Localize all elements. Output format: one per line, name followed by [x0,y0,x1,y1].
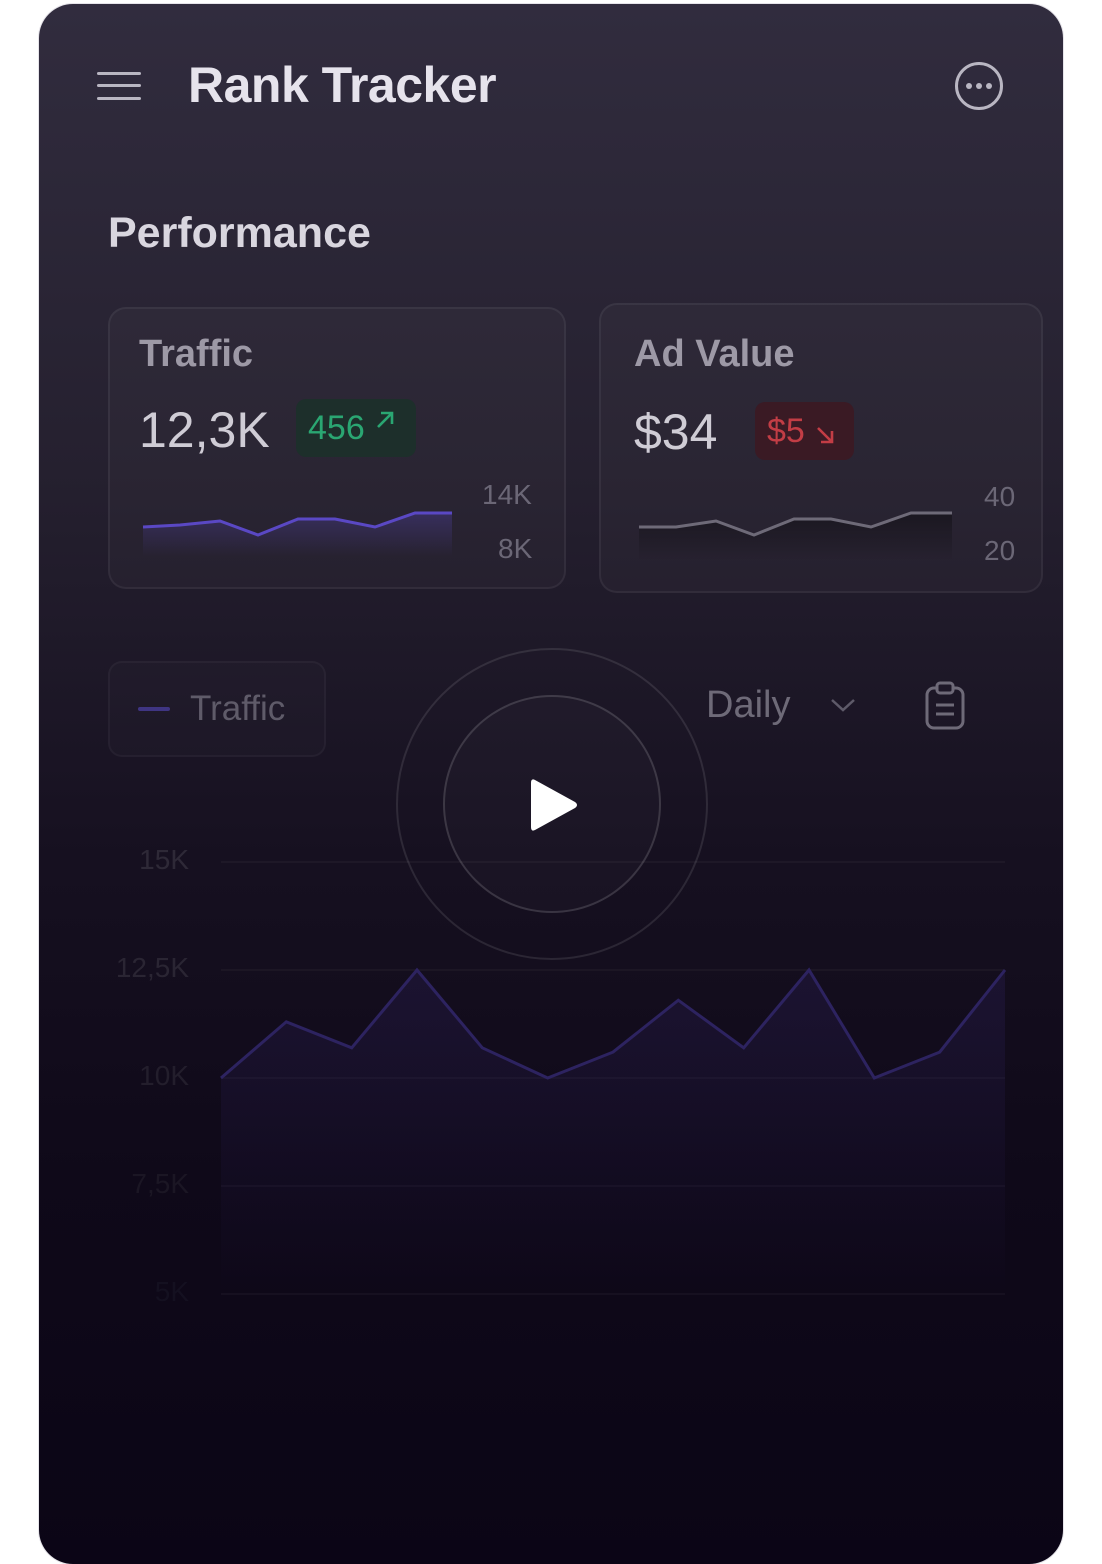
legend-swatch [138,707,170,711]
traffic-area [221,970,1005,1294]
card-label: Ad Value [634,333,795,375]
period-select[interactable]: Daily [706,684,790,727]
card-label: Traffic [139,333,254,375]
y-tick-label: 10K [139,1060,189,1091]
app-screen: Rank Tracker Performance Traffic 12,3K 4… [39,4,1063,1564]
play-icon[interactable] [525,774,581,836]
tick-label: 8K [498,533,533,564]
app-title: Rank Tracker [188,57,497,113]
y-tick-label: 15K [139,844,189,875]
ad-value-sparkline [639,511,952,561]
ad-value-card[interactable]: Ad Value $34 $5 40 20 [599,303,1043,593]
card-value: 12,3K [139,402,270,458]
delta-value: $5 [767,412,805,450]
tick-label: 40 [984,481,1016,512]
tick-label: 20 [984,535,1016,566]
legend-chip[interactable]: Traffic [108,661,326,757]
y-tick-label: 7,5K [131,1168,189,1199]
arrow-up-right-icon [377,411,394,428]
traffic-card[interactable]: Traffic 12,3K 456 14K 8K [108,307,566,589]
y-tick-label: 5K [154,1276,189,1307]
arrow-down-right-icon [817,427,834,444]
tick-label: 14K [482,479,532,510]
delta-value: 456 [308,409,365,447]
traffic-sparkline [142,511,452,557]
delta-badge: 456 [296,399,416,457]
chevron-down-icon[interactable] [829,696,857,714]
y-tick-label: 12,5K [115,952,189,983]
legend-label: Traffic [190,689,286,728]
hamburger-menu-icon[interactable] [97,70,141,102]
more-options-icon[interactable] [954,61,1004,111]
delta-badge: $5 [755,402,854,460]
clipboard-icon[interactable] [923,680,967,730]
section-title: Performance [108,209,371,257]
card-value: $34 [634,404,718,460]
